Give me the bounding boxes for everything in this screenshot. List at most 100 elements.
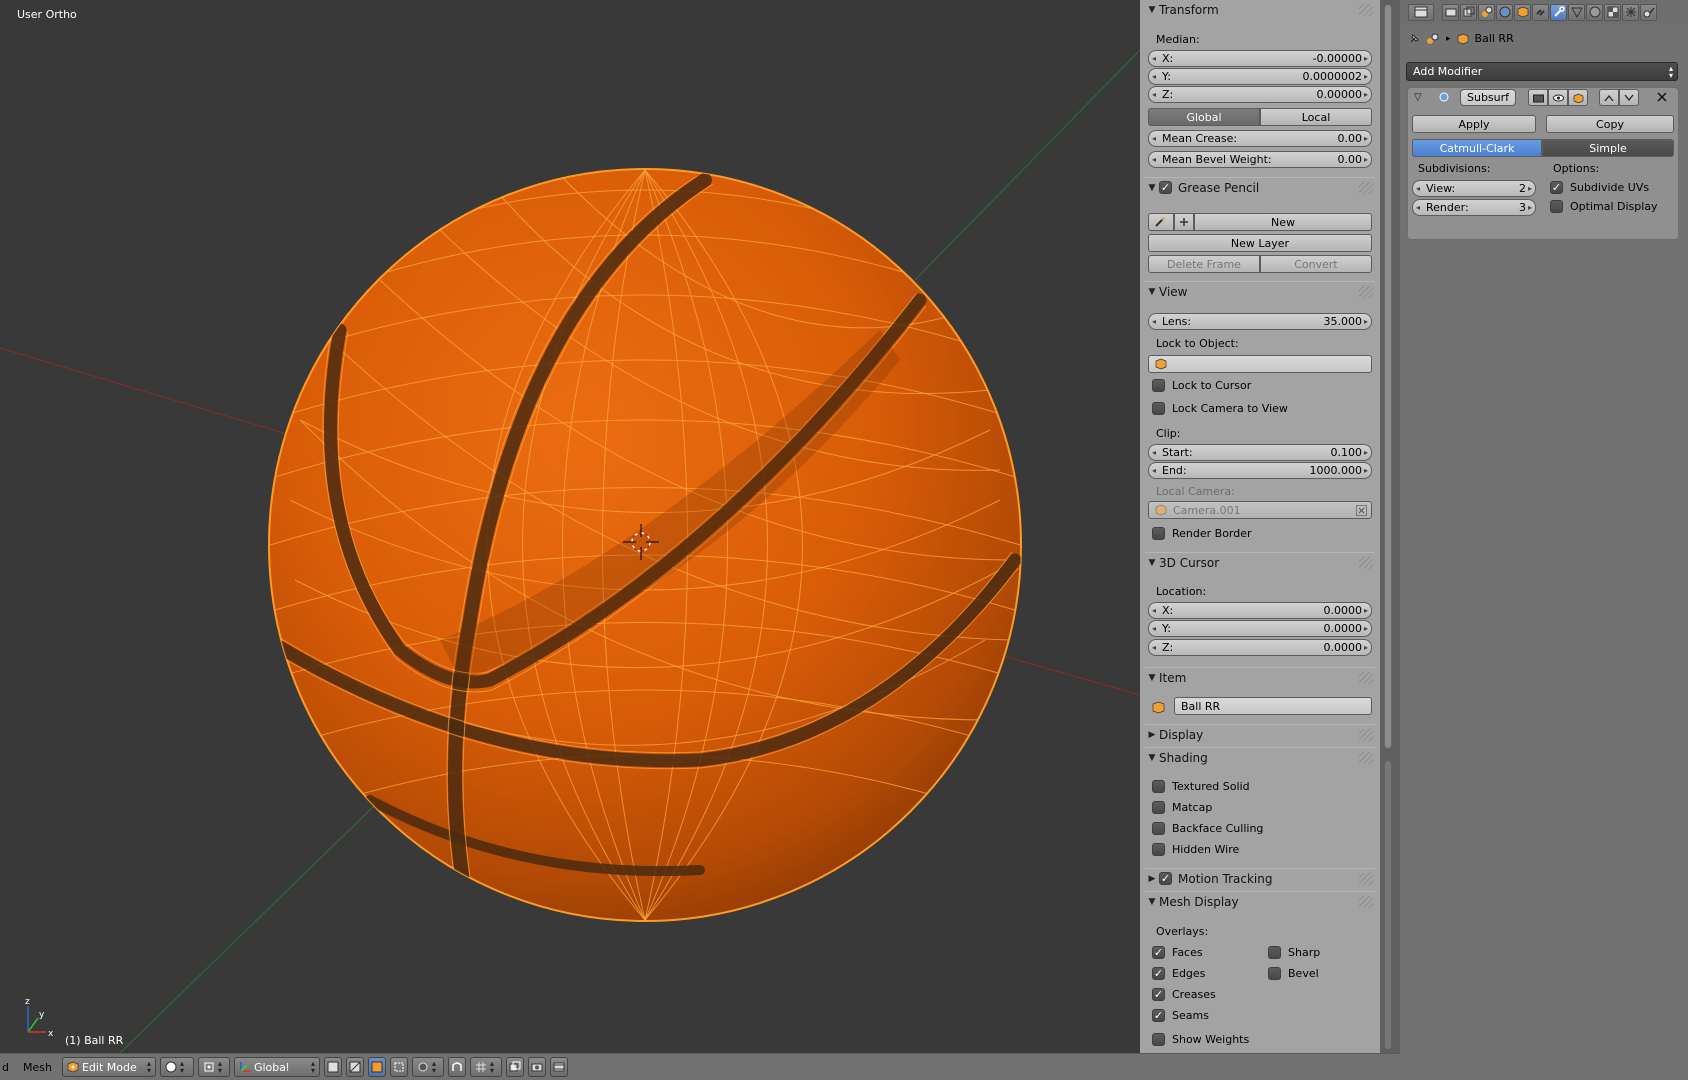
sharp-row[interactable]: Sharp (1268, 946, 1320, 959)
lock-to-cursor-row[interactable]: Lock to Cursor (1152, 379, 1251, 392)
show-weights-row[interactable]: Show Weights (1152, 1033, 1249, 1046)
pencil-datablock-selector[interactable] (1148, 213, 1174, 231)
world-tab-icon[interactable] (1496, 3, 1513, 21)
render-tab-icon[interactable] (1442, 3, 1459, 21)
particles-tab-icon[interactable] (1622, 3, 1639, 21)
3d-viewport[interactable]: x y z User Ortho (1) Ball RR (0, 0, 1140, 1053)
add-modifier-dropdown[interactable]: Add Modifier ▴ ▾ (1406, 62, 1678, 81)
drag-grip-icon[interactable] (1359, 557, 1373, 569)
median-z-field[interactable]: Z:0.00000 (1148, 86, 1372, 103)
matcap-checkbox[interactable] (1152, 801, 1165, 814)
render-border-row[interactable]: Render Border (1152, 527, 1252, 540)
drag-grip-icon[interactable] (1359, 4, 1373, 16)
bevel-checkbox[interactable] (1268, 967, 1281, 980)
material-tab-icon[interactable] (1586, 3, 1603, 21)
motion-tracking-panel-header[interactable]: ▶ ✓ Motion Tracking (1145, 868, 1375, 888)
lock-object-field[interactable] (1148, 355, 1372, 373)
snap-element-selector[interactable]: ▴ ▾ (469, 1057, 502, 1077)
grease-pencil-checkbox[interactable]: ✓ (1159, 181, 1172, 194)
show-weights-checkbox[interactable] (1152, 1033, 1165, 1046)
pivot-selector[interactable]: ▴ ▾ (197, 1057, 230, 1077)
scene-tab-icon[interactable] (1478, 3, 1495, 21)
grease-pencil-panel-header[interactable]: ▼ ✓ Grease Pencil (1145, 177, 1375, 197)
edge-select-icon[interactable] (345, 1057, 364, 1077)
drag-grip-icon[interactable] (1359, 873, 1373, 885)
shelf-scrollbar[interactable] (1384, 4, 1392, 749)
face-select-icon[interactable] (367, 1057, 386, 1077)
mean-crease-field[interactable]: Mean Crease:0.00 (1148, 130, 1372, 147)
limit-selection-icon[interactable] (389, 1057, 408, 1077)
cursor-z-field[interactable]: Z:0.0000 (1148, 639, 1372, 656)
drag-grip-icon[interactable] (1359, 752, 1373, 764)
faces-checkbox[interactable]: ✓ (1152, 946, 1165, 959)
show-viewport-eye-icon[interactable] (1548, 89, 1568, 106)
median-x-field[interactable]: X:-0.00000 (1148, 50, 1372, 67)
drag-grip-icon[interactable] (1359, 182, 1373, 194)
render-animation-icon[interactable] (549, 1057, 568, 1077)
clip-start-field[interactable]: Start:0.100 (1148, 444, 1372, 461)
editor-type-selector-icon[interactable] (1408, 3, 1434, 21)
new-layer-button[interactable]: New Layer (1148, 234, 1372, 252)
apply-button[interactable]: Apply (1412, 115, 1536, 133)
hidden-wire-checkbox[interactable] (1152, 843, 1165, 856)
copy-button[interactable]: Copy (1546, 115, 1674, 133)
optimal-display-row[interactable]: Optimal Display (1550, 200, 1658, 213)
view-levels-field[interactable]: View:2 (1412, 180, 1536, 197)
backface-culling-row[interactable]: Backface Culling (1152, 822, 1263, 835)
edges-row[interactable]: ✓ Edges (1152, 967, 1205, 980)
item-panel-header[interactable]: ▼ Item (1145, 667, 1375, 687)
show-edit-mode-icon[interactable] (1568, 89, 1588, 106)
local-toggle[interactable]: Local (1260, 108, 1372, 126)
object-name-field[interactable]: Ball RR (1174, 697, 1372, 715)
mesh-menu[interactable]: Mesh (17, 1061, 58, 1074)
pin-icon[interactable] (1408, 33, 1420, 45)
new-grease-pencil-button[interactable]: New (1194, 213, 1372, 231)
display-panel-header[interactable]: ▶ Display (1145, 724, 1375, 744)
collapse-triangle-icon[interactable]: ▽ (1414, 92, 1422, 103)
render-border-checkbox[interactable] (1152, 527, 1165, 540)
vertex-select-icon[interactable] (323, 1057, 342, 1077)
seams-row[interactable]: ✓ Seams (1152, 1009, 1209, 1022)
simple-toggle[interactable]: Simple (1542, 139, 1674, 157)
data-mesh-tab-icon[interactable] (1568, 3, 1585, 21)
render-layers-tab-icon[interactable] (1460, 3, 1477, 21)
clip-end-field[interactable]: End:1000.000 (1148, 462, 1372, 479)
3d-cursor-panel-header[interactable]: ▼ 3D Cursor (1145, 552, 1375, 572)
drag-grip-icon[interactable] (1359, 896, 1373, 908)
global-toggle[interactable]: Global (1148, 108, 1260, 126)
physics-tab-icon[interactable] (1640, 3, 1657, 21)
drag-grip-icon[interactable] (1359, 672, 1373, 684)
cursor-y-field[interactable]: Y:0.0000 (1148, 620, 1372, 637)
edges-checkbox[interactable]: ✓ (1152, 967, 1165, 980)
local-camera-field[interactable]: Camera.001 (1148, 501, 1372, 519)
creases-checkbox[interactable]: ✓ (1152, 988, 1165, 1001)
proportional-edit-selector[interactable]: ▴ ▾ (411, 1057, 444, 1077)
mesh-display-panel-header[interactable]: ▼ Mesh Display (1145, 891, 1375, 911)
viewport-shading-selector[interactable]: ▴ ▾ (159, 1057, 194, 1077)
matcap-row[interactable]: Matcap (1152, 801, 1212, 814)
lock-to-cursor-checkbox[interactable] (1152, 379, 1165, 392)
render-opengl-icon[interactable] (527, 1057, 546, 1077)
object-tab-icon[interactable] (1514, 3, 1531, 21)
show-render-icon[interactable] (1528, 89, 1548, 106)
modifiers-wrench-icon[interactable] (1550, 3, 1567, 21)
transform-panel-header[interactable]: ▼ Transform (1145, 0, 1375, 20)
delete-frame-button[interactable]: Delete Frame (1148, 255, 1260, 273)
view-panel-header[interactable]: ▼ View (1145, 281, 1375, 301)
textured-solid-row[interactable]: Textured Solid (1152, 780, 1250, 793)
median-y-field[interactable]: Y:0.0000002 (1148, 68, 1372, 85)
clear-x-icon[interactable] (1356, 504, 1367, 516)
close-icon[interactable] (1656, 91, 1668, 103)
drag-grip-icon[interactable] (1359, 729, 1373, 741)
add-layer-icon[interactable] (1174, 213, 1194, 231)
copy-layer-icon[interactable] (505, 1057, 524, 1077)
mode-selector[interactable]: Edit Mode ▴ ▾ (61, 1057, 156, 1077)
bevel-row[interactable]: Bevel (1268, 967, 1319, 980)
modifier-name-field[interactable]: Subsurf (1460, 89, 1516, 106)
motion-tracking-checkbox[interactable]: ✓ (1159, 872, 1172, 885)
backface-culling-checkbox[interactable] (1152, 822, 1165, 835)
textured-solid-checkbox[interactable] (1152, 780, 1165, 793)
render-levels-field[interactable]: Render:3 (1412, 199, 1536, 216)
creases-row[interactable]: ✓ Creases (1152, 988, 1216, 1001)
shading-panel-header[interactable]: ▼ Shading (1145, 747, 1375, 767)
